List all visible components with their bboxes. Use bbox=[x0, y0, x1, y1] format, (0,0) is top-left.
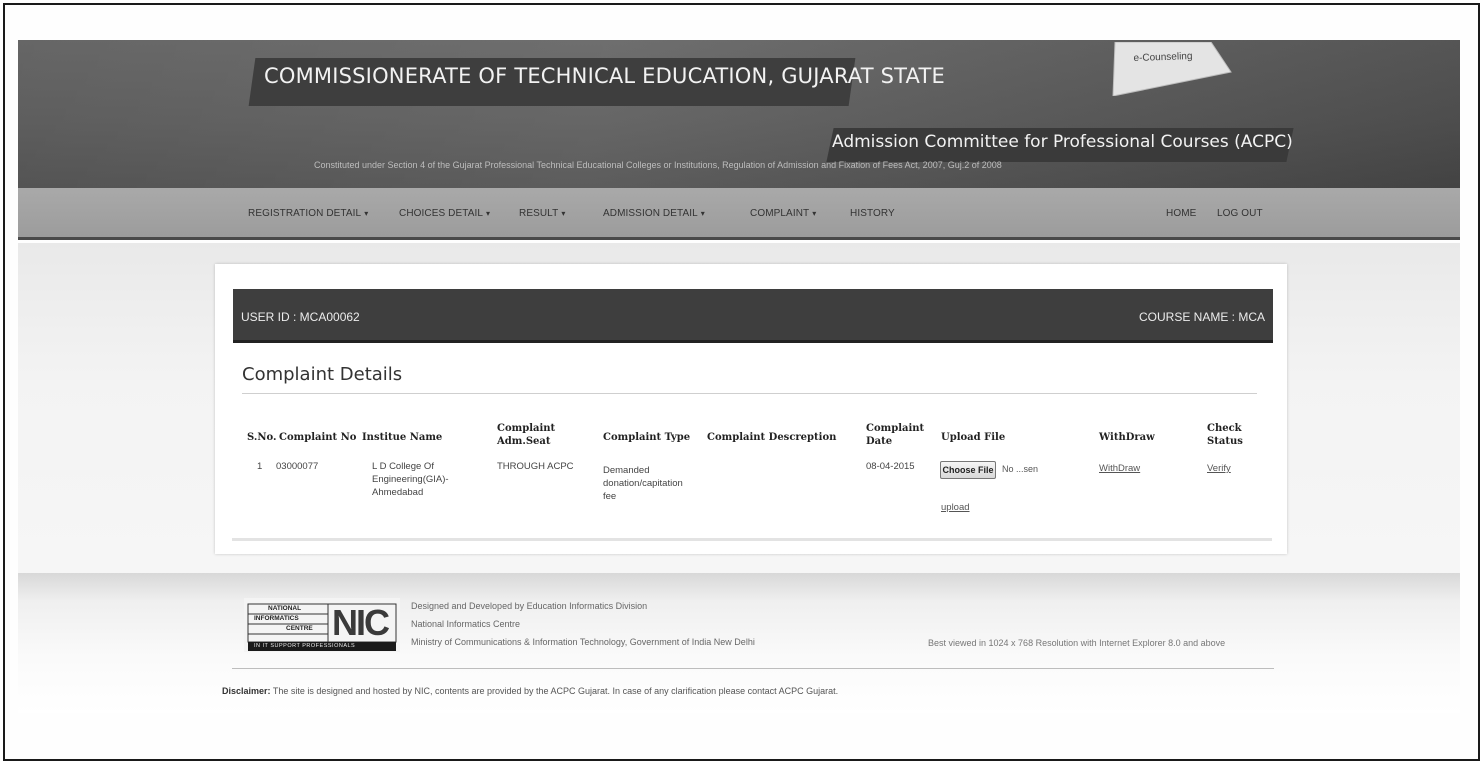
col-header-withdraw: WithDraw bbox=[1099, 432, 1155, 443]
nic-logo-line3: CENTRE bbox=[286, 625, 313, 632]
withdraw-link[interactable]: WithDraw bbox=[1099, 462, 1140, 475]
nav-complaint[interactable]: COMPLAINT ▾ bbox=[750, 208, 816, 219]
cell-complaint-no: 03000077 bbox=[276, 461, 319, 472]
nav-label: RESULT bbox=[519, 208, 559, 219]
acpc-title: Admission Committee for Professional Cou… bbox=[832, 132, 1293, 152]
main-nav: REGISTRATION DETAIL ▾ CHOICES DETAIL ▾ RES… bbox=[18, 188, 1460, 240]
table-bottom-border bbox=[232, 538, 1272, 541]
nav-label: CHOICES DETAIL bbox=[399, 208, 484, 219]
chevron-down-icon: ▾ bbox=[561, 209, 566, 218]
col-header-adm-seat-line1: Complaint bbox=[497, 423, 556, 434]
footer-ministry: Ministry of Communications & Information… bbox=[411, 637, 755, 647]
header-banner: COMMISSIONERATE OF TECHNICAL EDUCATION, … bbox=[18, 40, 1460, 188]
nic-logo-tagline: IN IT SUPPORT PROFESSIONALS bbox=[254, 643, 356, 649]
section-title: Complaint Details bbox=[242, 364, 403, 385]
chevron-down-icon: ▾ bbox=[364, 209, 369, 218]
nav-label: ADMISSION DETAIL bbox=[603, 208, 698, 219]
cell-institute-line3: Ahmedabad bbox=[372, 487, 424, 498]
ecounseling-badge-shape bbox=[1112, 42, 1232, 96]
disclaimer: Disclaimer: The site is designed and hos… bbox=[222, 686, 838, 696]
user-id: USER ID : MCA00062 bbox=[241, 310, 360, 324]
chevron-down-icon: ▾ bbox=[486, 209, 491, 218]
cell-sno: 1 bbox=[257, 461, 263, 472]
course-name: COURSE NAME : MCA bbox=[1138, 310, 1265, 324]
col-header-adm-seat-line2: Adm.Seat bbox=[497, 436, 551, 447]
col-header-status-line2: Status bbox=[1207, 436, 1243, 447]
nic-logo-line2: INFORMATICS bbox=[254, 615, 299, 622]
disclaimer-label: Disclaimer: bbox=[222, 686, 271, 696]
nav-admission-detail[interactable]: ADMISSION DETAIL ▾ bbox=[603, 208, 705, 219]
cell-institute-line1: L D College Of bbox=[372, 461, 434, 472]
cell-type-line2: donation/capitation bbox=[603, 478, 683, 489]
cell-type-line1: Demanded bbox=[603, 465, 650, 476]
footer-nic-name: National Informatics Centre bbox=[411, 619, 521, 629]
col-header-status-line1: Check bbox=[1207, 423, 1242, 434]
col-header-upload: Upload File bbox=[941, 432, 1006, 443]
nav-logout[interactable]: LOG OUT bbox=[1217, 208, 1263, 219]
col-header-type: Complaint Type bbox=[603, 432, 691, 443]
section-divider bbox=[242, 393, 1257, 394]
upload-link[interactable]: upload bbox=[941, 501, 970, 514]
footer-divider bbox=[232, 668, 1274, 669]
constituted-text: Constituted under Section 4 of the Gujar… bbox=[314, 160, 1002, 170]
col-header-complaint-no: Complaint No bbox=[279, 432, 357, 443]
file-status-text: No ...sen bbox=[1002, 464, 1039, 474]
nav-label: REGISTRATION DETAIL bbox=[248, 208, 362, 219]
main-title: COMMISSIONERATE OF TECHNICAL EDUCATION, … bbox=[264, 64, 945, 88]
nav-result[interactable]: RESULT ▾ bbox=[519, 208, 565, 219]
nic-logo-line1: NATIONAL bbox=[268, 605, 302, 612]
cell-date: 08-04-2015 bbox=[866, 461, 915, 472]
col-header-date-line2: Date bbox=[866, 436, 893, 447]
col-header-date-line1: Complaint bbox=[866, 423, 925, 434]
nav-choices-detail[interactable]: CHOICES DETAIL ▾ bbox=[399, 208, 490, 219]
nav-label: COMPLAINT bbox=[750, 208, 810, 219]
nic-logo-letters: NIC bbox=[332, 602, 390, 643]
col-header-sno: S.No. bbox=[247, 432, 277, 443]
col-header-description: Complaint Descreption bbox=[707, 432, 837, 443]
choose-file-button[interactable]: Choose File bbox=[940, 461, 996, 479]
nav-history[interactable]: HISTORY bbox=[850, 208, 895, 219]
nav-registration-detail[interactable]: REGISTRATION DETAIL ▾ bbox=[248, 208, 368, 219]
nav-home[interactable]: HOME bbox=[1166, 208, 1196, 219]
verify-link[interactable]: Verify bbox=[1207, 462, 1231, 475]
cell-type-line3: fee bbox=[603, 491, 617, 502]
nav-label: HISTORY bbox=[850, 208, 895, 219]
chevron-down-icon: ▾ bbox=[700, 209, 705, 218]
ecounseling-badge[interactable]: e-Counseling bbox=[1093, 42, 1233, 96]
cell-institute-line2: Engineering(GIA)- bbox=[372, 474, 449, 485]
col-header-institute: Institue Name bbox=[362, 432, 443, 443]
footer-designed-by: Designed and Developed by Education Info… bbox=[411, 601, 648, 611]
best-viewed-note: Best viewed in 1024 x 768 Resolution wit… bbox=[928, 638, 1226, 648]
nic-logo: NATIONAL INFORMATICS CENTRE NIC IN IT SU… bbox=[244, 598, 400, 652]
chevron-down-icon: ▾ bbox=[812, 209, 817, 218]
disclaimer-text: The site is designed and hosted by NIC, … bbox=[270, 686, 839, 696]
user-info-bar: USER ID : MCA00062 COURSE NAME : MCA bbox=[233, 289, 1273, 343]
cell-adm-seat: THROUGH ACPC bbox=[497, 461, 574, 472]
